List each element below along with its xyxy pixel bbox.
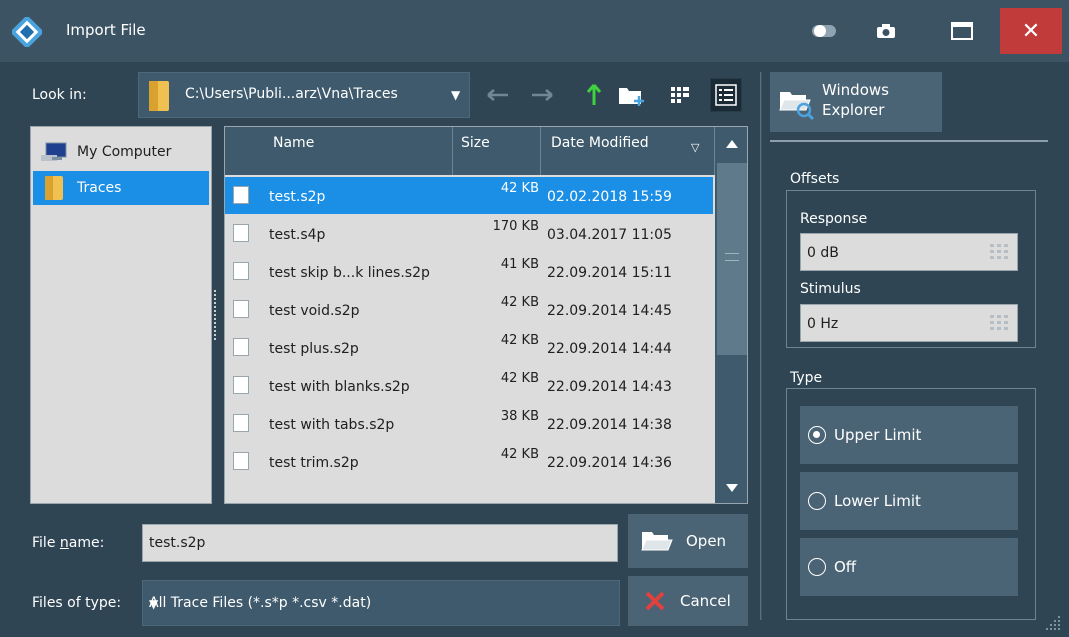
maximize-icon[interactable]: [936, 8, 988, 54]
offsets-group-title: Offsets: [790, 171, 840, 187]
horizontal-divider: [770, 140, 1048, 142]
trace-file-icon: [233, 224, 249, 242]
radio-unchecked-icon: [808, 492, 826, 510]
sidebar-item-label: Traces: [77, 180, 122, 196]
scroll-up-icon[interactable]: [715, 127, 747, 161]
column-header-date[interactable]: Date Modified ▽: [541, 127, 715, 175]
open-folder-icon: [640, 528, 674, 554]
column-header-name[interactable]: Name: [225, 127, 453, 175]
toggle-icon[interactable]: [798, 8, 850, 54]
sidebar-item-traces[interactable]: Traces: [33, 171, 209, 205]
file-list-scrollbar[interactable]: [715, 127, 747, 503]
keypad-icon[interactable]: [989, 243, 1009, 261]
folder-icon: [37, 174, 71, 202]
trace-file-icon: [233, 376, 249, 394]
trace-file-icon: [233, 338, 249, 356]
windows-explorer-label: Windows Explorer: [822, 81, 889, 119]
file-row[interactable]: test.s2p 42 KB 02.02.2018 15:59: [225, 177, 713, 214]
sort-descending-icon: ▽: [691, 141, 700, 154]
response-label: Response: [800, 211, 868, 227]
rs-logo-icon: [10, 15, 44, 49]
explorer-folder-icon: [778, 86, 816, 124]
keypad-icon[interactable]: [989, 314, 1009, 332]
trace-file-icon: [233, 300, 249, 318]
look-in-label: Look in:: [32, 87, 87, 103]
up-folder-button[interactable]: [578, 78, 610, 112]
stimulus-label: Stimulus: [800, 281, 861, 297]
vertical-divider: [760, 72, 762, 620]
close-button[interactable]: ✕: [1000, 8, 1062, 54]
chevron-down-icon: ▼: [149, 597, 159, 611]
open-button[interactable]: Open: [628, 514, 748, 568]
file-row[interactable]: test trim.s2p 42 KB 22.09.2014 14:36: [225, 443, 713, 480]
file-type-label: Files of type:: [32, 595, 122, 611]
chevron-down-icon: ▼: [451, 88, 461, 102]
detail-view-button[interactable]: [710, 78, 742, 112]
camera-icon[interactable]: [860, 8, 912, 54]
back-button[interactable]: [482, 78, 514, 112]
radio-upper-limit[interactable]: Upper Limit: [800, 406, 1018, 464]
title-bar: Import File ✕: [0, 0, 1069, 62]
new-folder-button[interactable]: [616, 78, 648, 112]
cancel-x-icon: [644, 590, 666, 612]
file-type-select[interactable]: All Trace Files (*.s*p *.csv *.dat) ▼: [142, 580, 620, 626]
look-in-path: C:\Users\Publi...arz\Vna\Traces: [185, 86, 398, 102]
response-input[interactable]: 0 dB: [800, 233, 1018, 271]
computer-icon: [37, 141, 71, 163]
trace-file-icon: [233, 262, 249, 280]
radio-off[interactable]: Off: [800, 538, 1018, 596]
resize-grip-icon[interactable]: [1044, 614, 1062, 632]
file-row[interactable]: test plus.s2p 42 KB 22.09.2014 14:44: [225, 329, 713, 366]
file-row[interactable]: test with tabs.s2p 38 KB 22.09.2014 14:3…: [225, 405, 713, 442]
cancel-button[interactable]: Cancel: [628, 576, 748, 626]
panel-splitter[interactable]: [214, 290, 217, 340]
scroll-down-icon[interactable]: [715, 471, 747, 503]
places-sidebar: My Computer Traces: [30, 126, 212, 504]
scrollbar-thumb[interactable]: [717, 163, 747, 355]
folder-icon: [147, 79, 171, 117]
type-group-title: Type: [790, 370, 823, 386]
radio-unchecked-icon: [808, 558, 826, 576]
file-row[interactable]: test void.s2p 42 KB 22.09.2014 14:45: [225, 291, 713, 328]
window-title: Import File: [66, 21, 146, 39]
grip-icon: [725, 253, 739, 261]
stimulus-input[interactable]: 0 Hz: [800, 304, 1018, 342]
file-name-label: File name:: [32, 535, 105, 551]
windows-explorer-button[interactable]: Windows Explorer: [770, 72, 942, 132]
sidebar-item-my-computer[interactable]: My Computer: [33, 135, 209, 169]
radio-lower-limit[interactable]: Lower Limit: [800, 472, 1018, 530]
file-row[interactable]: test with blanks.s2p 42 KB 22.09.2014 14…: [225, 367, 713, 404]
file-list: Name Size Date Modified ▽ test.s2p 42 KB…: [224, 126, 748, 504]
look-in-combo[interactable]: C:\Users\Publi...arz\Vna\Traces ▼: [138, 72, 470, 118]
list-view-button[interactable]: [664, 78, 696, 112]
radio-checked-icon: [808, 426, 826, 444]
file-name-input[interactable]: test.s2p: [142, 524, 618, 562]
sidebar-item-label: My Computer: [77, 144, 172, 160]
file-row[interactable]: test.s4p 170 KB 03.04.2017 11:05: [225, 215, 713, 252]
file-row[interactable]: test skip b...k lines.s2p 41 KB 22.09.20…: [225, 253, 713, 290]
trace-file-icon: [233, 414, 249, 432]
trace-file-icon: [233, 452, 249, 470]
column-header-size[interactable]: Size: [453, 127, 541, 175]
forward-button[interactable]: [526, 78, 558, 112]
trace-file-icon: [233, 186, 249, 204]
